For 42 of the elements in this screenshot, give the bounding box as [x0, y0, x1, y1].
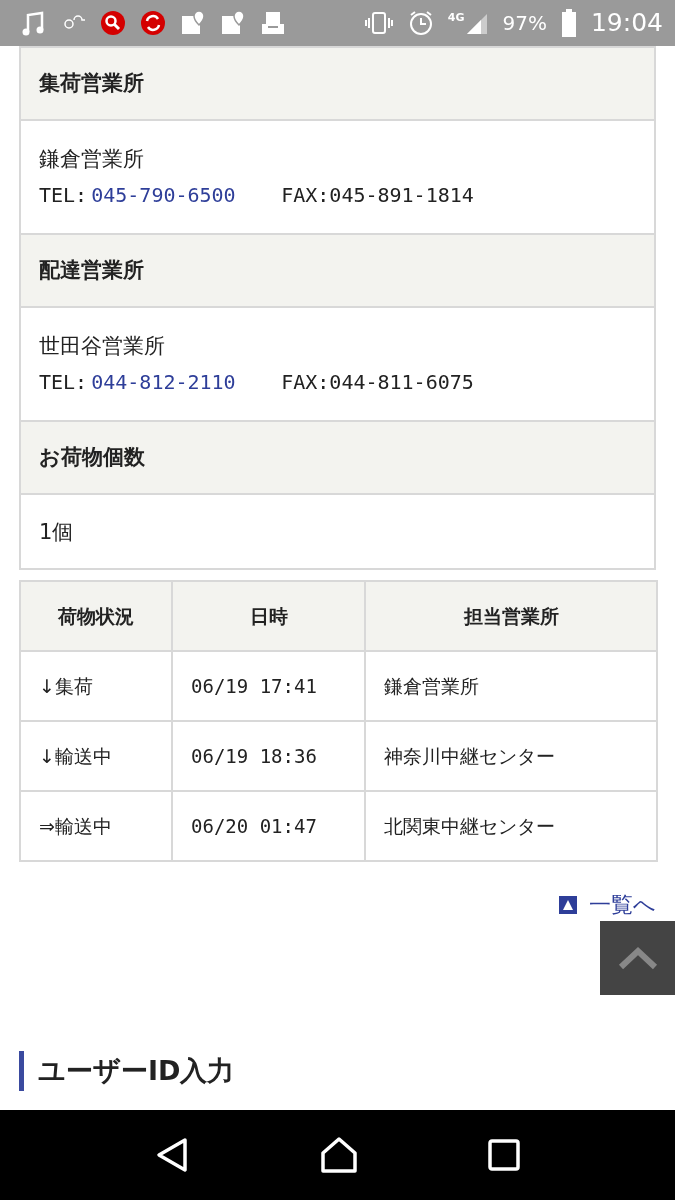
column-header: 担当営業所	[365, 581, 657, 651]
package-count: 1個	[39, 518, 74, 546]
back-to-top-button[interactable]	[600, 921, 675, 995]
alarm-clock-icon	[407, 10, 434, 36]
table-cell: 06/19 18:36	[172, 721, 365, 791]
table-cell: 06/20 01:47	[172, 791, 365, 861]
recent-apps-icon[interactable]	[488, 1139, 521, 1171]
phone-link[interactable]: 044-812-2110	[91, 364, 282, 400]
table-cell: 北関東中継センター	[365, 791, 657, 861]
vibrate-icon	[363, 11, 394, 35]
tel-label: TEL:	[39, 369, 88, 396]
sync-icon	[140, 10, 166, 36]
home-icon[interactable]	[320, 1136, 359, 1174]
chevron-up-icon	[617, 946, 658, 970]
list-link[interactable]: 一覧へ	[559, 888, 656, 921]
phone-link[interactable]: 045-790-6500	[91, 177, 282, 213]
office-name: 世田谷営業所	[39, 333, 166, 360]
battery-percent: 97%	[502, 10, 547, 37]
table-cell: 06/19 17:41	[172, 651, 365, 721]
triangle-up-icon	[559, 895, 577, 914]
search-icon	[100, 10, 126, 36]
fax-number: FAX:044-811-6075	[281, 369, 474, 396]
section-heading: 集荷営業所	[21, 46, 654, 121]
table-cell: 鎌倉営業所	[365, 651, 657, 721]
column-header: 日時	[172, 581, 365, 651]
table-cell: ↓集荷	[20, 651, 172, 721]
map-pin-icon	[180, 10, 206, 36]
battery-icon	[560, 9, 577, 37]
map-pin-icon	[220, 10, 246, 36]
clock-time: 19:04	[590, 7, 663, 40]
office-name: 鎌倉営業所	[39, 146, 145, 173]
music-note-icon	[20, 10, 46, 36]
section-heading: 配達営業所	[21, 233, 654, 308]
table-cell: ⇒輸送中	[20, 791, 172, 861]
tel-label: TEL:	[39, 182, 88, 209]
table-cell: ↓輸送中	[20, 721, 172, 791]
section-title: ユーザーID入力	[19, 1051, 656, 1091]
table-cell: 神奈川中継センター	[365, 721, 657, 791]
network-type-label: 4G	[447, 10, 465, 26]
column-header: 荷物状況	[20, 581, 172, 651]
section-heading: お荷物個数	[21, 420, 654, 495]
fax-number: FAX:045-891-1814	[281, 182, 474, 209]
